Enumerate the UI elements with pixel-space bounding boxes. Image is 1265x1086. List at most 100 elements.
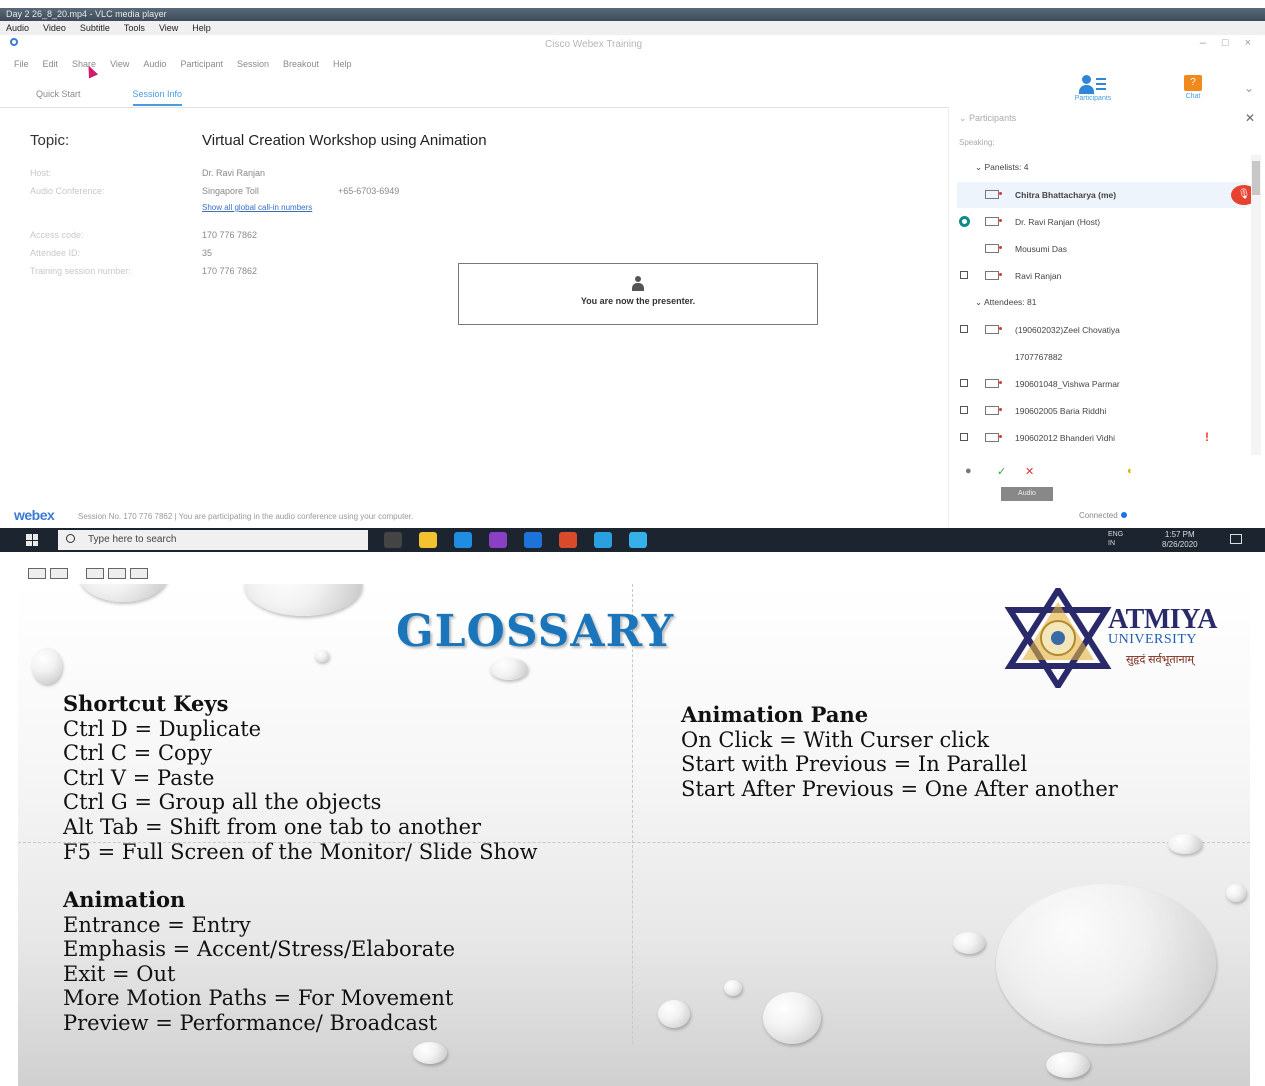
menu-audio[interactable]: Audio	[143, 59, 166, 69]
shortcut-item: F5 = Full Screen of the Monitor/ Slide S…	[63, 839, 538, 864]
maximize-button[interactable]: □	[1222, 37, 1229, 49]
animation-item: More Motion Paths = For Movement	[63, 986, 454, 1011]
tab-quick-start[interactable]: Quick Start	[36, 89, 81, 106]
checkbox[interactable]	[960, 433, 968, 441]
list-item[interactable]: 190602012 Bhanderi Vidhi !	[949, 425, 1249, 451]
checkbox[interactable]	[960, 379, 968, 387]
vlc-frame-button[interactable]	[28, 568, 46, 579]
menu-help[interactable]: Help	[333, 59, 352, 69]
attendees-group[interactable]: ⌄ Attendees: 81	[975, 297, 1036, 308]
vlc-snapshot-button[interactable]	[50, 568, 68, 579]
status-icon	[959, 216, 970, 227]
taskbar-search-input[interactable]: Type here to search	[58, 530, 368, 550]
menu-participant[interactable]: Participant	[180, 59, 223, 69]
taskbar-app-icon[interactable]	[524, 532, 542, 548]
participants-toolbar-label: Participants	[1074, 95, 1112, 102]
taskbar-app-icon[interactable]	[419, 532, 437, 548]
menu-view[interactable]: View	[110, 59, 129, 69]
shortcut-item: Ctrl D = Duplicate	[63, 716, 262, 741]
topic-label: Topic:	[30, 132, 70, 149]
vlc-shuffle-button[interactable]	[130, 568, 148, 579]
chat-toolbar-button[interactable]: ? Chat	[1178, 75, 1208, 100]
close-icon[interactable]: ✕	[1245, 111, 1255, 125]
alert-icon: !	[1205, 430, 1209, 444]
vlc-menu-audio[interactable]: Audio	[6, 21, 29, 35]
panelists-group[interactable]: ⌄ Panelists: 4	[975, 162, 1028, 173]
taskbar-app-icon[interactable]	[594, 532, 612, 548]
animation-heading: Animation	[63, 887, 186, 912]
list-item[interactable]: Dr. Ravi Ranjan (Host)	[949, 209, 1249, 235]
global-call-in-link[interactable]: Show all global call-in numbers	[202, 203, 312, 212]
list-item[interactable]: Mousumi Das	[949, 236, 1249, 262]
taskbar-app-icon[interactable]	[454, 532, 472, 548]
vlc-menu-help[interactable]: Help	[192, 21, 211, 35]
webex-tabs: Quick Start Session Info	[36, 89, 183, 106]
menu-session[interactable]: Session	[237, 59, 269, 69]
participants-toolbar-button[interactable]: Participants	[1064, 75, 1122, 102]
language-indicator[interactable]: ENG IN	[1108, 530, 1123, 548]
water-drop-image	[315, 650, 329, 662]
checkbox[interactable]	[960, 406, 968, 414]
participant-tools: ● ✓ ✕ ◐	[959, 465, 1259, 485]
screen-icon	[985, 325, 1002, 334]
clock[interactable]: 1:57 PM 8/26/2020	[1162, 530, 1198, 550]
animation-pane-heading: Animation Pane	[681, 702, 869, 727]
minimize-button[interactable]: –	[1200, 37, 1206, 49]
connection-status: Connected	[1079, 511, 1127, 520]
host-label: Host:	[30, 168, 52, 178]
list-item[interactable]: 1707767882	[949, 344, 1249, 370]
taskbar-app-icon[interactable]	[489, 532, 507, 548]
vlc-menu-tools[interactable]: Tools	[124, 21, 145, 35]
audio-button[interactable]: Audio	[1001, 487, 1053, 501]
participants-scrollbar[interactable]	[1251, 155, 1261, 455]
water-drop-image	[490, 658, 528, 680]
checkbox[interactable]	[960, 325, 968, 333]
shortcut-keys-section: Shortcut Keys Ctrl D = Duplicate Ctrl C …	[63, 691, 538, 864]
windows-start-icon[interactable]	[26, 534, 38, 546]
menu-breakout[interactable]: Breakout	[283, 59, 319, 69]
screen-icon	[985, 379, 1002, 388]
emoji-icon[interactable]: ◐	[1127, 465, 1134, 477]
vlc-menu-video[interactable]: Video	[43, 21, 66, 35]
checkbox[interactable]	[960, 271, 968, 279]
water-drop-image	[996, 884, 1216, 1044]
vlc-playlist-button[interactable]	[86, 568, 104, 579]
animation-pane-section: Animation Pane On Click = With Curser cl…	[681, 702, 1118, 801]
menu-edit[interactable]: Edit	[43, 59, 59, 69]
notification-icon[interactable]	[1230, 534, 1242, 544]
animation-pane-item: On Click = With Curser click	[681, 727, 990, 752]
slide-title: GLOSSARY	[396, 606, 675, 657]
chevron-down-icon[interactable]: ⌄	[1244, 81, 1254, 95]
vlc-menu-subtitle[interactable]: Subtitle	[80, 21, 110, 35]
vlc-title-bar: Day 2 26_8_20.mp4 - VLC media player	[0, 8, 1265, 21]
check-icon[interactable]: ✓	[997, 465, 1006, 478]
chat-icon: ?	[1184, 75, 1202, 91]
list-item[interactable]: 190601048_Vishwa Parmar	[949, 371, 1249, 397]
taskbar-app-icon[interactable]	[629, 532, 647, 548]
water-drop-image	[763, 992, 821, 1044]
taskbar-app-icon[interactable]	[384, 532, 402, 548]
list-item[interactable]: Ravi Ranjan	[949, 263, 1249, 289]
audio-controls: Audio	[959, 487, 1259, 505]
water-drop-image	[413, 1042, 447, 1064]
water-drop-image	[1046, 1052, 1090, 1078]
vlc-menu-view[interactable]: View	[159, 21, 178, 35]
water-drop-image	[724, 980, 742, 996]
close-button[interactable]: ×	[1245, 37, 1251, 49]
x-icon[interactable]: ✕	[1025, 465, 1034, 478]
list-item[interactable]: 190602005 Baria Riddhi	[949, 398, 1249, 424]
animation-item: Exit = Out	[63, 961, 176, 986]
record-icon[interactable]: ●	[965, 465, 972, 477]
scrollbar-thumb[interactable]	[1252, 161, 1260, 195]
presenter-notice: You are now the presenter.	[458, 263, 818, 325]
animation-item: Entrance = Entry	[63, 912, 251, 937]
list-item[interactable]: (190602032)Zeel Chovatiya	[949, 317, 1249, 343]
glossary-slide: GLOSSARY ATMIYA UNIVERSITY सुहृदं सर्वभू…	[18, 584, 1250, 1086]
list-item[interactable]: Chitra Bhattacharya (me) 🎙	[957, 182, 1257, 208]
tab-session-info[interactable]: Session Info	[132, 89, 183, 106]
vlc-loop-button[interactable]	[108, 568, 126, 579]
screen-icon	[985, 271, 1002, 280]
participants-panel-header[interactable]: ⌄ Participants	[959, 113, 1016, 124]
menu-file[interactable]: File	[14, 59, 29, 69]
taskbar-app-icon[interactable]	[559, 532, 577, 548]
